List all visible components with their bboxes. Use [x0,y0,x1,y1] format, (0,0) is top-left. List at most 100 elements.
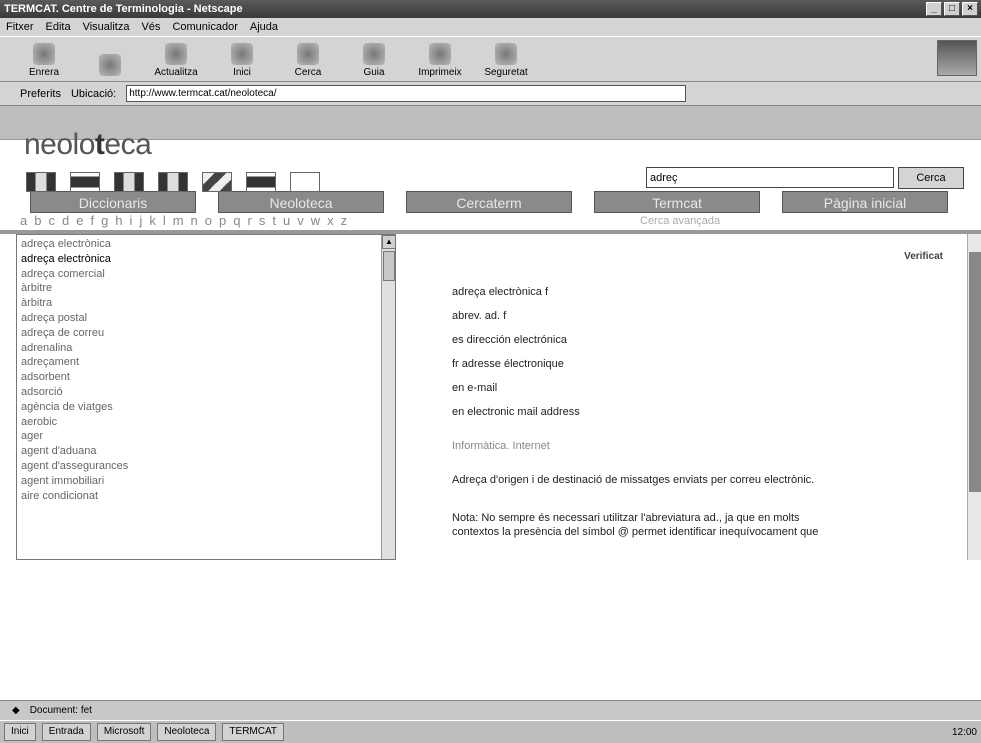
letter-link[interactable]: k [149,213,157,228]
location-bar: Preferits Ubicació: [0,82,981,106]
list-item[interactable]: adsorció [21,385,395,400]
taskbar-item[interactable]: Microsoft [96,723,152,741]
letter-link[interactable]: r [247,213,252,228]
menu-item[interactable]: Visualitza [83,21,130,33]
nav-item[interactable]: Diccionaris [30,191,196,213]
list-item[interactable]: adreça comercial [21,267,395,282]
toolbar: Enrera Actualitza Inici Cerca Guia Impri… [0,36,981,82]
menu-item[interactable]: Ajuda [250,21,278,33]
list-item[interactable]: adreça postal [21,311,395,326]
search-input[interactable] [646,167,894,188]
entry-abbr: abrev. ad. f [452,310,507,322]
letter-link[interactable]: p [219,213,227,228]
scroll-thumb[interactable] [383,251,395,281]
language-icons [26,172,320,192]
letter-link[interactable]: j [139,213,143,228]
list-item[interactable]: adreça de correu [21,326,395,341]
menu-item[interactable]: Comunicador [172,21,237,33]
maximize-button[interactable]: □ [944,2,960,16]
letter-link[interactable]: a [20,213,28,228]
letter-link[interactable]: e [76,213,84,228]
language-flag-icon[interactable] [246,172,276,192]
letter-link[interactable]: f [90,213,95,228]
nav-item[interactable]: Cercaterm [406,191,572,213]
list-item[interactable]: agent d'assegurances [21,459,395,474]
letter-link[interactable]: n [191,213,199,228]
language-flag-icon[interactable] [202,172,232,192]
back-button[interactable]: Enrera [18,43,70,78]
list-item[interactable]: aire condicionat [21,489,395,504]
status-icon: ◆ [12,705,20,716]
letter-link[interactable]: o [205,213,213,228]
close-button[interactable]: × [962,2,978,16]
letter-link[interactable]: w [311,213,321,228]
menu-item[interactable]: Edita [46,21,71,33]
entry-fr: fr adresse électronique [452,358,564,370]
search-submit-button[interactable]: Cerca [898,167,964,189]
letter-link[interactable]: c [48,213,56,228]
minimize-button[interactable]: _ [926,2,942,16]
list-item[interactable]: adsorbent [21,370,395,385]
back-icon [33,43,55,65]
search-button[interactable]: Cerca [282,43,334,78]
letter-link[interactable]: u [283,213,291,228]
nav-item[interactable]: Termcat [594,191,760,213]
letter-link[interactable]: x [327,213,335,228]
start-button[interactable]: Inici [4,723,36,741]
letter-link[interactable]: s [259,213,267,228]
letter-link[interactable]: h [115,213,123,228]
scroll-thumb[interactable] [969,252,981,492]
letter-link[interactable]: v [297,213,305,228]
list-item[interactable]: àrbitre [21,281,395,296]
guide-icon [363,43,385,65]
letter-link[interactable]: q [233,213,241,228]
menu-item[interactable]: Vés [141,21,160,33]
letter-link[interactable]: i [130,213,134,228]
home-button[interactable]: Inici [216,43,268,78]
nav-item[interactable]: Neoloteca [218,191,384,213]
menu-item[interactable]: Fitxer [6,21,34,33]
language-flag-icon[interactable] [26,172,56,192]
letter-link[interactable]: b [34,213,42,228]
list-item[interactable]: adreçament [21,355,395,370]
entry-scrollbar[interactable] [967,234,981,560]
scroll-up-icon[interactable]: ▲ [382,235,395,249]
list-scrollbar[interactable]: ▲ [381,235,395,559]
list-item[interactable]: adreça electrònica [21,237,395,252]
print-button[interactable]: Imprimeix [414,43,466,78]
list-item[interactable]: àrbitra [21,296,395,311]
reload-icon [165,43,187,65]
print-icon [429,43,451,65]
url-input[interactable] [126,85,687,102]
list-item-selected[interactable]: adreça electrònica [21,252,395,267]
language-flag-icon[interactable] [158,172,188,192]
list-item[interactable]: agent immobiliari [21,474,395,489]
language-flag-icon[interactable] [290,172,320,192]
language-flag-icon[interactable] [70,172,100,192]
letter-link[interactable]: l [163,213,167,228]
bookmarks-button[interactable]: Preferits [20,88,61,100]
nav-item[interactable]: Pàgina inicial [782,191,948,213]
list-item[interactable]: adrenalina [21,341,395,356]
term-list: adreça electrònica adreça electrònica ad… [17,235,395,503]
forward-button[interactable] [84,54,136,78]
list-item[interactable]: agent d'aduana [21,444,395,459]
list-item[interactable]: agència de viatges [21,400,395,415]
advanced-search-link[interactable]: Cerca avançada [640,215,720,227]
list-item[interactable]: aerobic [21,415,395,430]
guide-button[interactable]: Guia [348,43,400,78]
letter-link[interactable]: t [272,213,277,228]
entry-es: es dirección electrónica [452,334,567,346]
language-flag-icon[interactable] [114,172,144,192]
taskbar-item[interactable]: Neoloteca [157,723,217,741]
security-button[interactable]: Seguretat [480,43,532,78]
taskbar-item[interactable]: Entrada [41,723,91,741]
taskbar-item[interactable]: TERMCAT [222,723,285,741]
letter-link[interactable]: d [62,213,70,228]
letter-link[interactable]: g [101,213,109,228]
reload-button[interactable]: Actualitza [150,43,202,78]
list-item[interactable]: ager [21,429,395,444]
letter-link[interactable]: z [341,213,349,228]
letter-link[interactable]: m [173,213,185,228]
taskbar: Inici Entrada Microsoft Neoloteca TERMCA… [0,720,981,743]
